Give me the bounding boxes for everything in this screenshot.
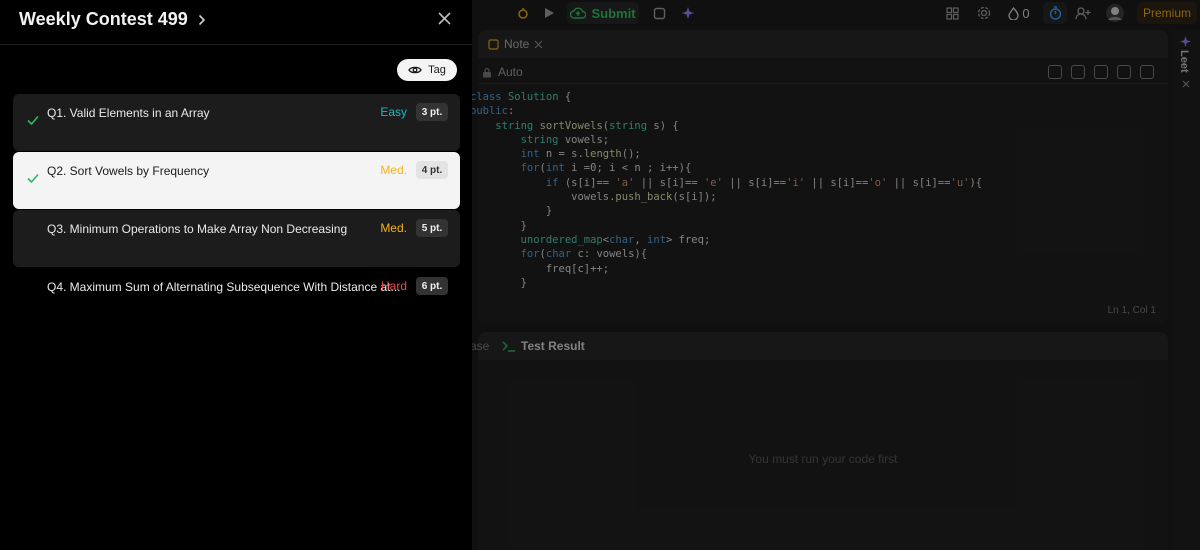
question-title: Q2. Sort Vowels by Frequency: [47, 164, 210, 178]
check-icon: [27, 115, 39, 126]
difficulty-badge: Easy: [380, 105, 407, 119]
contest-title: Weekly Contest 499: [19, 9, 188, 29]
check-icon: [27, 173, 39, 184]
question-title: Q3. Minimum Operations to Make Array Non…: [47, 222, 348, 236]
tag-label: Tag: [428, 64, 446, 76]
difficulty-badge: Hard: [380, 279, 407, 293]
points-badge: 3 pt.: [416, 103, 448, 121]
points-badge: 5 pt.: [416, 219, 448, 237]
question-row-q3[interactable]: Q3. Minimum Operations to Make Array Non…: [13, 210, 460, 267]
chevron-right-icon: [198, 14, 205, 25]
difficulty-badge: Med.: [380, 221, 407, 235]
contest-title-link[interactable]: Weekly Contest 499: [19, 9, 206, 30]
question-row-q4[interactable]: Q4. Maximum Sum of Alternating Subsequen…: [13, 268, 460, 325]
drawer-header: Weekly Contest 499: [0, 0, 472, 45]
question-row-q2[interactable]: Q2. Sort Vowels by Frequency Med. 4 pt.: [13, 152, 460, 209]
tag-toggle-button[interactable]: Tag: [397, 59, 457, 81]
question-row-q1[interactable]: Q1. Valid Elements in an Array Easy 3 pt…: [13, 94, 460, 151]
close-icon: [437, 11, 451, 25]
eye-icon: [408, 66, 422, 74]
question-title: Q1. Valid Elements in an Array: [47, 106, 210, 120]
question-title: Q4. Maximum Sum of Alternating Subsequen…: [47, 280, 401, 294]
close-drawer-button[interactable]: [434, 8, 454, 28]
contest-drawer: Weekly Contest 499 Tag Q1. Valid Element…: [0, 0, 472, 550]
points-badge: 4 pt.: [416, 161, 448, 179]
points-badge: 6 pt.: [416, 277, 448, 295]
difficulty-badge: Med.: [380, 163, 407, 177]
